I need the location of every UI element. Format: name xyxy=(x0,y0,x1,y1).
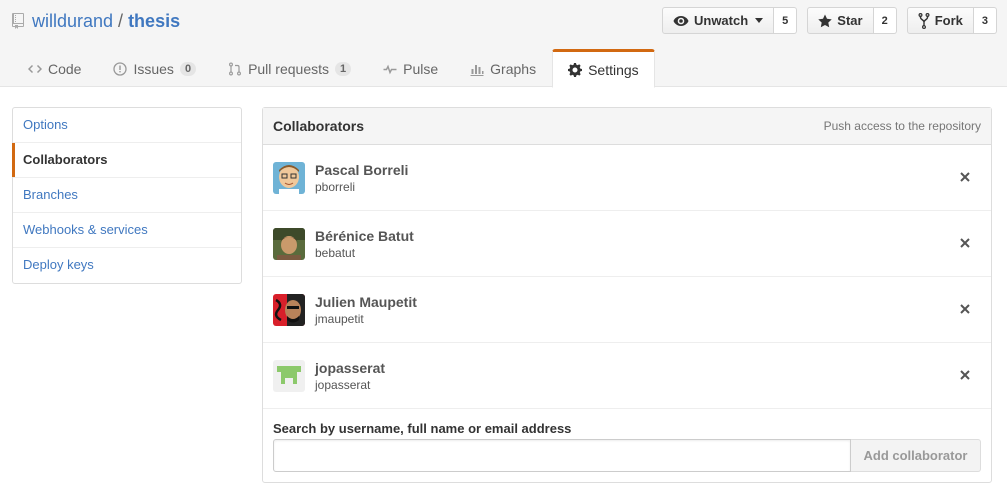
tab-label: Pull requests xyxy=(248,61,329,77)
collaborator-login: bebatut xyxy=(315,245,356,260)
collaborator-login: jmaupetit xyxy=(315,311,364,326)
code-icon xyxy=(28,64,42,74)
repo-owner-link[interactable]: willdurand xyxy=(32,9,113,33)
close-icon[interactable] xyxy=(957,367,973,383)
gear-icon xyxy=(568,62,583,77)
collaborator-name[interactable]: Pascal Borreli xyxy=(315,161,408,179)
settings-menu: Options Collaborators Branches Webhooks … xyxy=(12,107,242,284)
collaborators-note: Push access to the repository xyxy=(823,119,981,133)
close-icon[interactable] xyxy=(957,301,973,317)
avatar[interactable] xyxy=(273,227,305,260)
pull-request-icon xyxy=(229,62,242,76)
unwatch-label: Unwatch xyxy=(693,13,749,28)
eye-icon xyxy=(673,15,689,26)
add-collaborator-button[interactable]: Add collaborator xyxy=(851,439,981,472)
forks-count[interactable]: 3 xyxy=(973,7,997,34)
issue-icon xyxy=(113,62,128,76)
star-icon xyxy=(818,14,832,27)
menu-item-options[interactable]: Options xyxy=(13,108,241,143)
collaborator-row: Pascal Borreli pborreli xyxy=(263,145,991,211)
collaborator-login: jopasserat xyxy=(315,377,371,392)
close-icon[interactable] xyxy=(957,235,973,251)
fork-icon xyxy=(918,12,930,29)
tab-graphs[interactable]: Graphs xyxy=(454,49,552,87)
collaborators-header: Collaborators Push access to the reposit… xyxy=(263,108,991,145)
pulse-icon xyxy=(383,64,397,75)
tab-settings[interactable]: Settings xyxy=(552,49,655,88)
collaborator-name[interactable]: Julien Maupetit xyxy=(315,293,417,311)
star-group: Star 2 xyxy=(807,7,897,34)
tab-pulse[interactable]: Pulse xyxy=(367,49,454,87)
collaborator-name[interactable]: Bérénice Batut xyxy=(315,227,414,245)
avatar[interactable] xyxy=(273,293,305,326)
star-button[interactable]: Star xyxy=(807,7,874,34)
fork-label: Fork xyxy=(934,13,963,28)
tab-label: Settings xyxy=(588,61,639,78)
fork-group: Fork 3 xyxy=(906,7,997,34)
unwatch-button[interactable]: Unwatch xyxy=(661,7,775,34)
tab-label: Graphs xyxy=(490,61,537,77)
collaborators-box: Collaborators Push access to the reposit… xyxy=(262,107,992,483)
avatar[interactable] xyxy=(273,161,305,194)
issues-counter: 0 xyxy=(179,62,197,76)
close-icon[interactable] xyxy=(957,169,973,185)
menu-item-webhooks[interactable]: Webhooks & services xyxy=(13,213,241,248)
pagehead-actions: Unwatch 5 Star 2 Fork 3 xyxy=(661,7,997,34)
collaborator-login: pborreli xyxy=(315,179,356,194)
collaborator-info: Bérénice Batut bebatut xyxy=(315,227,414,261)
tab-label: Pulse xyxy=(403,61,439,77)
collaborator-info: jopasserat jopasserat xyxy=(315,359,385,393)
repo-title: willdurand / thesis xyxy=(12,9,180,33)
collaborator-row: jopasserat jopasserat xyxy=(263,343,991,409)
tab-label: Code xyxy=(48,61,82,77)
repo-header: willdurand / thesis Unwatch 5 Star 2 For… xyxy=(0,0,1007,88)
star-label: Star xyxy=(837,13,863,28)
add-collaborator-row: Add collaborator xyxy=(273,439,981,472)
tab-pull-requests[interactable]: Pull requests 1 xyxy=(212,49,367,87)
stargazers-count[interactable]: 2 xyxy=(873,7,897,34)
repo-nav: Code Issues 0 Pull requests 1 Pulse Grap… xyxy=(12,49,655,88)
repo-name-link[interactable]: thesis xyxy=(128,9,180,33)
graph-icon xyxy=(470,65,484,76)
watchers-count[interactable]: 5 xyxy=(774,7,798,34)
tab-issues[interactable]: Issues 0 xyxy=(97,49,212,87)
fork-button[interactable]: Fork xyxy=(906,7,974,34)
collaborator-row: Bérénice Batut bebatut xyxy=(263,211,991,277)
search-input[interactable] xyxy=(273,439,851,472)
collaborator-info: Pascal Borreli pborreli xyxy=(315,161,408,195)
menu-item-deploy-keys[interactable]: Deploy keys xyxy=(13,248,241,283)
tab-label: Issues xyxy=(133,61,174,77)
path-separator: / xyxy=(118,11,124,31)
repo-icon xyxy=(12,13,24,29)
avatar[interactable] xyxy=(273,359,305,392)
watch-group: Unwatch 5 xyxy=(661,7,798,34)
collaborators-title: Collaborators xyxy=(273,118,365,134)
collaborator-info: Julien Maupetit jmaupetit xyxy=(315,293,417,327)
collaborator-row: Julien Maupetit jmaupetit xyxy=(263,277,991,343)
search-label: Search by username, full name or email a… xyxy=(273,421,572,436)
menu-item-collaborators[interactable]: Collaborators xyxy=(12,143,241,178)
add-collaborator-form: Search by username, full name or email a… xyxy=(263,409,991,472)
pull-requests-counter: 1 xyxy=(335,62,352,76)
collaborator-name[interactable]: jopasserat xyxy=(315,359,385,377)
chevron-down-icon xyxy=(755,18,764,23)
menu-item-branches[interactable]: Branches xyxy=(13,178,241,213)
tab-code[interactable]: Code xyxy=(12,49,97,87)
